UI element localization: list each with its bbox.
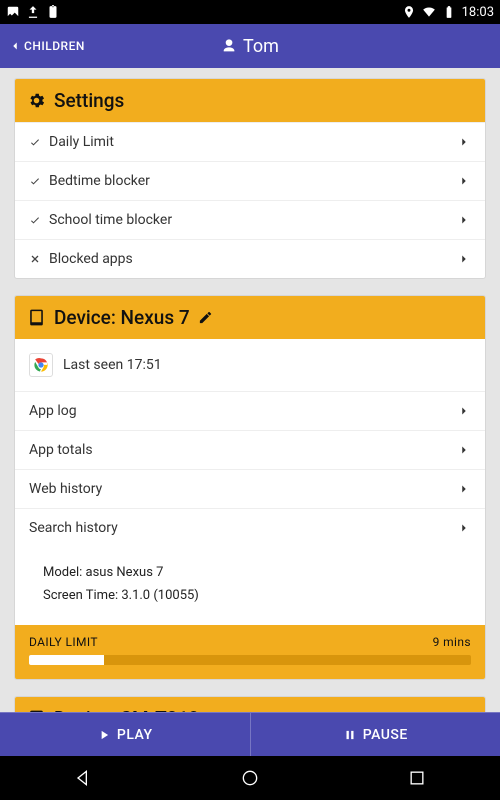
settings-item-blocked-apps[interactable]: Blocked apps (15, 239, 485, 278)
check-icon (29, 175, 41, 187)
settings-item-label: Blocked apps (49, 251, 133, 267)
device-item-app-log[interactable]: App log (15, 391, 485, 430)
device-model: Model: asus Nexus 7 (29, 561, 471, 584)
settings-item-daily-limit[interactable]: Daily Limit (15, 122, 485, 161)
play-icon (97, 728, 111, 742)
device-item-app-totals[interactable]: App totals (15, 430, 485, 469)
content-scroll[interactable]: Settings Daily Limit Bedtime blocker Sch… (0, 68, 500, 744)
chevron-left-icon (8, 39, 22, 53)
chevron-right-icon (457, 135, 471, 149)
settings-item-schooltime[interactable]: School time blocker (15, 200, 485, 239)
device-item-label: App log (29, 403, 77, 419)
device-item-search-history[interactable]: Search history (15, 508, 485, 547)
upload-icon (26, 5, 40, 19)
user-icon (221, 38, 237, 54)
settings-item-label: Daily Limit (49, 134, 114, 150)
device-item-label: Web history (29, 481, 102, 497)
nav-recent-icon[interactable] (407, 768, 427, 788)
device-card-nexus7: Device: Nexus 7 Last seen 17:51 App log … (14, 295, 486, 680)
chevron-right-icon (457, 213, 471, 227)
limit-fill (29, 655, 104, 665)
edit-icon[interactable] (198, 310, 213, 325)
limit-value: 9 mins (433, 635, 471, 649)
gear-icon (27, 91, 46, 110)
cross-icon (29, 253, 41, 265)
nav-back-icon[interactable] (73, 768, 93, 788)
device-item-label: Search history (29, 520, 118, 536)
back-button[interactable]: CHILDREN (8, 39, 85, 53)
chevron-right-icon (457, 252, 471, 266)
settings-item-label: Bedtime blocker (49, 173, 150, 189)
device-info: Model: asus Nexus 7 Screen Time: 3.1.0 (… (15, 547, 485, 625)
battery-icon (442, 5, 456, 19)
settings-item-bedtime[interactable]: Bedtime blocker (15, 161, 485, 200)
last-seen-text: Last seen 17:51 (63, 357, 162, 373)
location-icon (402, 5, 416, 19)
chrome-icon (29, 353, 53, 377)
settings-item-label: School time blocker (49, 212, 172, 228)
chevron-right-icon (457, 521, 471, 535)
status-time: 18:03 (462, 5, 494, 20)
daily-limit-section: DAILY LIMIT 9 mins (15, 625, 485, 679)
check-icon (29, 136, 41, 148)
device-header: Device: Nexus 7 (15, 296, 485, 339)
image-icon (6, 5, 20, 19)
limit-bar (29, 655, 471, 665)
pause-button[interactable]: PAUSE (250, 713, 500, 756)
play-button[interactable]: PLAY (0, 713, 250, 756)
tablet-icon (27, 308, 46, 327)
chevron-right-icon (457, 443, 471, 457)
device-version: Screen Time: 3.1.0 (10055) (29, 584, 471, 607)
chevron-right-icon (457, 482, 471, 496)
nav-home-icon[interactable] (240, 768, 260, 788)
chevron-right-icon (457, 404, 471, 418)
pause-icon (343, 728, 357, 742)
settings-header: Settings (15, 79, 485, 122)
bottom-action-bar: PLAY PAUSE (0, 712, 500, 756)
page-title: Tom (221, 36, 279, 57)
chevron-right-icon (457, 174, 471, 188)
status-bar: 18:03 (0, 0, 500, 24)
device-item-label: App totals (29, 442, 93, 458)
device-item-web-history[interactable]: Web history (15, 469, 485, 508)
check-icon (29, 214, 41, 226)
clipboard-icon (46, 5, 60, 19)
limit-label: DAILY LIMIT (29, 635, 98, 649)
device-status: Last seen 17:51 (15, 339, 485, 391)
android-nav-bar (0, 756, 500, 800)
settings-card: Settings Daily Limit Bedtime blocker Sch… (14, 78, 486, 279)
wifi-icon (422, 5, 436, 19)
back-label: CHILDREN (24, 39, 85, 53)
app-bar: CHILDREN Tom (0, 24, 500, 68)
